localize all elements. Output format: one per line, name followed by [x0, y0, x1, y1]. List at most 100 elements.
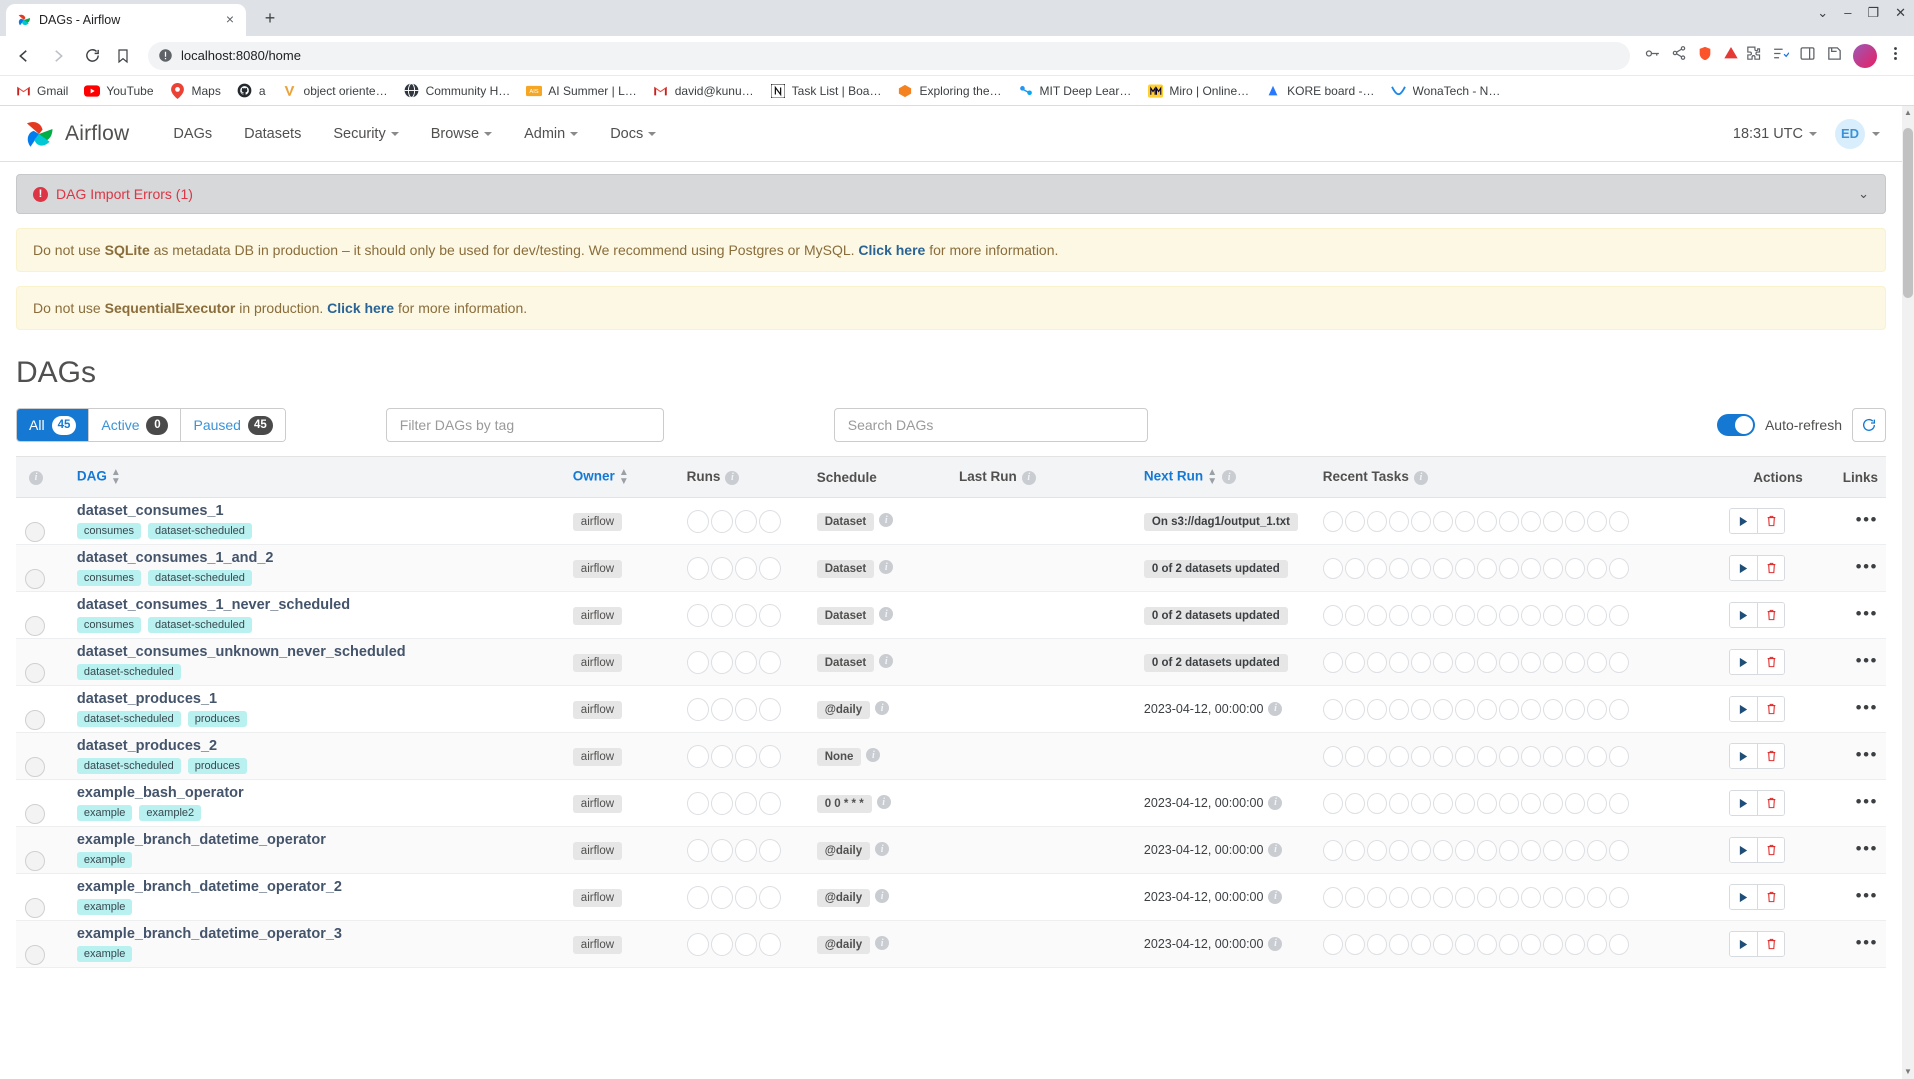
delete-dag-icon[interactable]: [1757, 603, 1785, 627]
task-state-circle[interactable]: [1476, 651, 1497, 673]
trigger-dag-icon[interactable]: [1730, 744, 1758, 768]
trigger-dag-icon[interactable]: [1730, 885, 1758, 909]
scrollbar-thumb[interactable]: [1903, 128, 1913, 298]
scroll-down-icon[interactable]: ▼: [1902, 1065, 1914, 1079]
task-state-circle[interactable]: [1476, 839, 1497, 861]
task-state-circle[interactable]: [1564, 839, 1585, 861]
info-icon[interactable]: i: [875, 889, 890, 904]
bookmark-item[interactable]: WonaTech - N…: [1384, 80, 1508, 102]
filter-tab-paused[interactable]: Paused 45: [181, 409, 285, 441]
run-state-circle[interactable]: [710, 650, 733, 674]
links-menu-icon[interactable]: •••: [1856, 745, 1878, 764]
owner-badge[interactable]: airflow: [572, 747, 623, 766]
task-state-circle[interactable]: [1432, 933, 1453, 955]
task-state-circle[interactable]: [1498, 886, 1519, 908]
maximize-icon[interactable]: ❐: [1867, 6, 1879, 19]
task-state-circle[interactable]: [1388, 792, 1409, 814]
owner-badge[interactable]: airflow: [572, 653, 623, 672]
task-state-circle[interactable]: [1608, 651, 1629, 673]
dag-tag[interactable]: dataset-scheduled: [76, 664, 181, 680]
column-header-owner[interactable]: Owner ▲ ▼: [564, 456, 679, 498]
task-state-circle[interactable]: [1410, 886, 1431, 908]
task-state-circle[interactable]: [1344, 792, 1365, 814]
task-state-circle[interactable]: [1410, 745, 1431, 767]
info-icon[interactable]: i: [875, 936, 890, 951]
user-menu[interactable]: ED: [1835, 118, 1880, 149]
task-state-circle[interactable]: [1564, 510, 1585, 532]
run-state-circle[interactable]: [686, 697, 709, 721]
task-state-circle[interactable]: [1564, 792, 1585, 814]
run-state-circle[interactable]: [758, 885, 781, 909]
dag-tag[interactable]: dataset-scheduled: [76, 758, 181, 774]
run-state-circle[interactable]: [758, 697, 781, 721]
schedule-badge[interactable]: @daily: [816, 700, 871, 719]
bookmark-item[interactable]: Miro | Online…: [1140, 80, 1256, 102]
task-state-circle[interactable]: [1388, 557, 1409, 579]
schedule-badge[interactable]: 0 0 * * *: [816, 794, 872, 813]
task-state-circle[interactable]: [1388, 651, 1409, 673]
dag-tag[interactable]: example: [76, 899, 133, 915]
task-state-circle[interactable]: [1366, 510, 1387, 532]
task-state-circle[interactable]: [1454, 651, 1475, 673]
dag-tag[interactable]: produces: [187, 758, 248, 774]
task-state-circle[interactable]: [1542, 886, 1563, 908]
task-state-circle[interactable]: [1564, 933, 1585, 955]
run-state-circle[interactable]: [758, 932, 781, 956]
trigger-dag-icon[interactable]: [1730, 556, 1758, 580]
task-state-circle[interactable]: [1322, 510, 1343, 532]
task-state-circle[interactable]: [1366, 557, 1387, 579]
forward-icon[interactable]: [44, 42, 72, 70]
schedule-badge[interactable]: None: [816, 747, 862, 766]
links-menu-icon[interactable]: •••: [1856, 510, 1878, 529]
task-state-circle[interactable]: [1410, 933, 1431, 955]
task-state-circle[interactable]: [1542, 698, 1563, 720]
task-state-circle[interactable]: [1586, 886, 1607, 908]
owner-badge[interactable]: airflow: [572, 888, 623, 907]
next-run-badge[interactable]: 0 of 2 datasets updated: [1143, 653, 1288, 672]
task-state-circle[interactable]: [1432, 604, 1453, 626]
task-state-circle[interactable]: [1432, 792, 1453, 814]
task-state-circle[interactable]: [1542, 557, 1563, 579]
schedule-badge[interactable]: @daily: [816, 888, 871, 907]
task-state-circle[interactable]: [1388, 510, 1409, 532]
info-icon[interactable]: i: [1268, 936, 1283, 951]
task-state-circle[interactable]: [1476, 557, 1497, 579]
run-state-circle[interactable]: [686, 744, 709, 768]
run-state-circle[interactable]: [710, 509, 733, 533]
task-state-circle[interactable]: [1476, 698, 1497, 720]
links-menu-icon[interactable]: •••: [1856, 933, 1878, 952]
owner-badge[interactable]: airflow: [572, 935, 623, 954]
run-state-circle[interactable]: [758, 744, 781, 768]
task-state-circle[interactable]: [1520, 698, 1541, 720]
task-state-circle[interactable]: [1476, 510, 1497, 532]
task-state-circle[interactable]: [1410, 698, 1431, 720]
bookmark-item[interactable]: a: [230, 80, 273, 102]
address-bar[interactable]: localhost:8080/home: [148, 41, 1630, 70]
delete-dag-icon[interactable]: [1757, 885, 1785, 909]
task-state-circle[interactable]: [1542, 745, 1563, 767]
bookmark-item[interactable]: MIT Deep Lear…: [1011, 80, 1139, 102]
task-state-circle[interactable]: [1542, 651, 1563, 673]
airflow-logo[interactable]: Airflow: [22, 117, 129, 151]
task-state-circle[interactable]: [1454, 510, 1475, 532]
task-state-circle[interactable]: [1608, 604, 1629, 626]
bookmark-icon[interactable]: [112, 45, 134, 67]
task-state-circle[interactable]: [1344, 745, 1365, 767]
new-tab-button[interactable]: +: [256, 5, 284, 33]
dag-tag[interactable]: example: [76, 852, 133, 868]
bookmark-item[interactable]: Task List | Boa…: [763, 80, 889, 102]
close-icon[interactable]: ×: [222, 12, 238, 28]
trigger-dag-icon[interactable]: [1730, 932, 1758, 956]
task-state-circle[interactable]: [1366, 698, 1387, 720]
dag-tag[interactable]: produces: [187, 711, 248, 727]
dag-name-link[interactable]: dataset_consumes_1: [77, 503, 557, 519]
task-state-circle[interactable]: [1454, 886, 1475, 908]
column-header-next-run[interactable]: Next Run ▲ ▼ i: [1135, 456, 1315, 498]
task-state-circle[interactable]: [1608, 698, 1629, 720]
dag-import-errors-banner[interactable]: ! DAG Import Errors (1) ⌄: [16, 174, 1886, 214]
task-state-circle[interactable]: [1498, 651, 1519, 673]
task-state-circle[interactable]: [1608, 745, 1629, 767]
info-icon[interactable]: i: [1222, 470, 1237, 484]
task-state-circle[interactable]: [1608, 792, 1629, 814]
sqlite-click-here-link[interactable]: Click here: [858, 242, 925, 258]
